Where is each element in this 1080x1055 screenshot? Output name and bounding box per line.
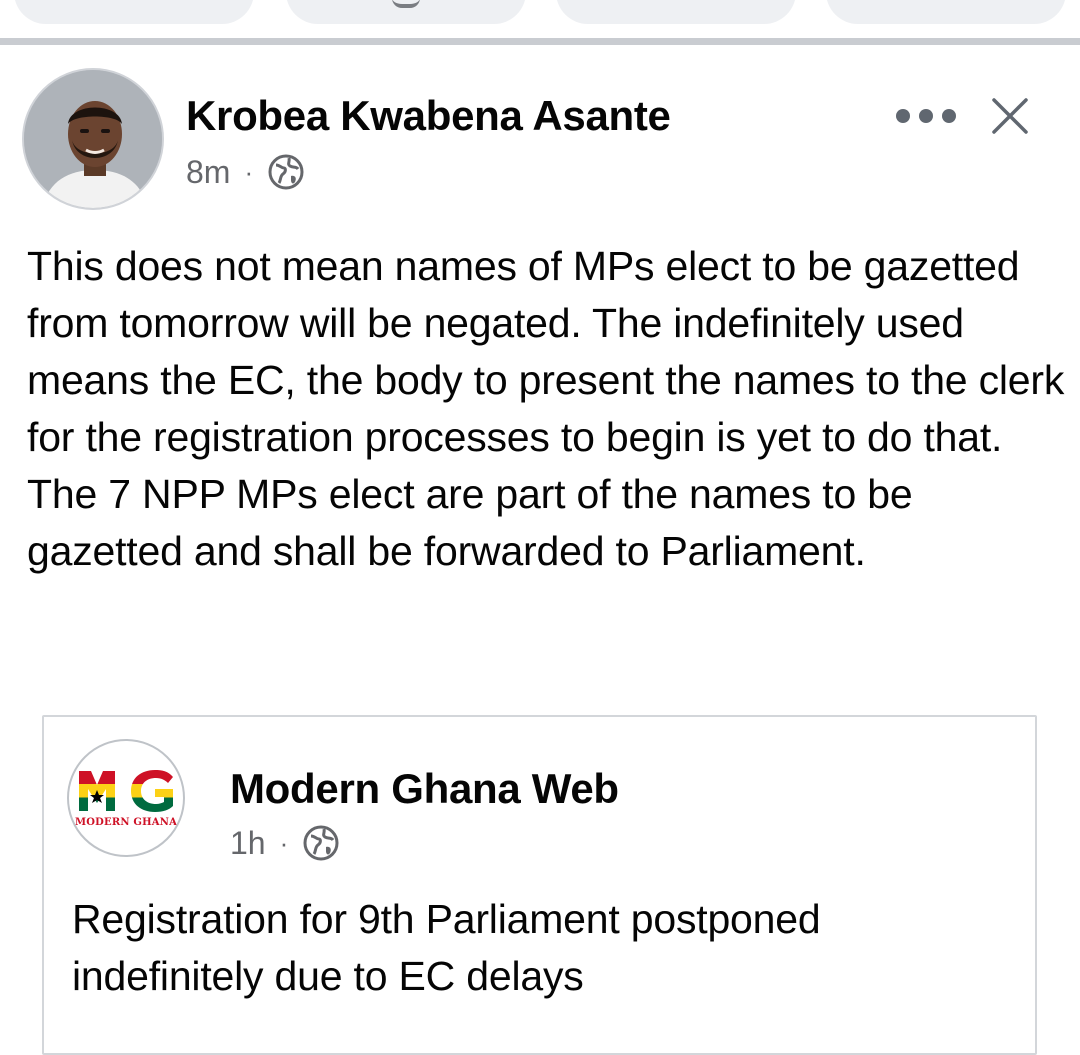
shared-post-meta: 1h · xyxy=(230,821,340,865)
post-meta: 8m · xyxy=(186,150,305,194)
globe-icon xyxy=(302,824,340,862)
shared-author-name[interactable]: Modern Ghana Web xyxy=(230,765,619,813)
more-options-icon[interactable] xyxy=(896,96,956,136)
close-icon[interactable] xyxy=(986,92,1034,140)
modern-ghana-logo[interactable]: MODERN GHANA xyxy=(67,739,185,857)
chip-icon xyxy=(392,0,420,8)
section-divider xyxy=(0,38,1080,45)
chip-4[interactable] xyxy=(826,0,1066,24)
shared-post-card[interactable]: MODERN GHANA Modern Ghana Web 1h · Regis… xyxy=(42,715,1037,1055)
chip-1[interactable] xyxy=(14,0,254,24)
avatar-portrait xyxy=(24,70,162,208)
author-avatar[interactable] xyxy=(22,68,164,210)
chip-2[interactable] xyxy=(286,0,526,24)
post-time[interactable]: 8m xyxy=(186,154,230,191)
post-text: This does not mean names of MPs elect to… xyxy=(27,243,1065,574)
shared-post-time[interactable]: 1h xyxy=(230,825,266,862)
reaction-chip-row xyxy=(0,0,1080,36)
author-name[interactable]: Krobea Kwabena Asante xyxy=(186,92,671,140)
shared-post-text: Registration for 9th Parliament postpone… xyxy=(72,896,821,999)
logo-caption: MODERN GHANA xyxy=(74,817,178,828)
shared-meta-separator: · xyxy=(279,827,289,858)
meta-separator: · xyxy=(244,156,254,187)
globe-icon xyxy=(267,153,305,191)
modern-ghana-logo-mark xyxy=(79,770,173,812)
chip-3[interactable] xyxy=(556,0,796,24)
